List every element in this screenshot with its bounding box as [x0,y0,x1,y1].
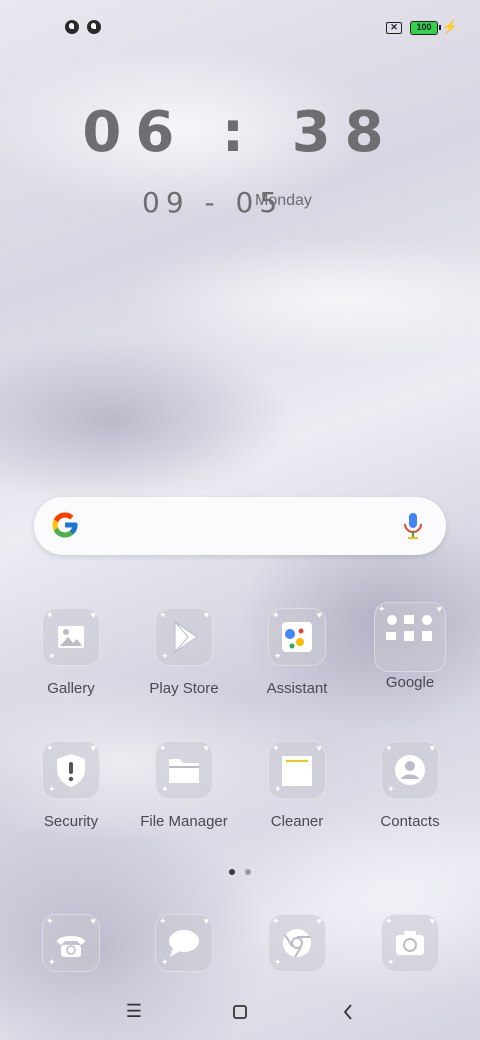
dock-chrome[interactable]: ♥ ✦ ✦ [242,914,352,984]
app-label: Play Store [149,680,219,697]
app-label: Google [385,674,435,691]
home-button[interactable] [225,1000,255,1024]
gallery-icon: ♥ ✦ ✦ [42,608,100,666]
camera-icon: ♥ ✦ ✦ [381,914,439,972]
notification-app-icon [65,20,79,34]
app-cleaner[interactable]: ♥ ✦ ✦ Cleaner [242,741,352,851]
messages-icon: ♥ ✦ ✦ [155,914,213,972]
app-label: File Manager [140,813,228,830]
clock-day: Monday [255,192,312,209]
status-bar: ✕ 100 ⚡ [0,0,480,56]
app-assistant[interactable]: ♥ ✦ ✦ Assistant [242,608,352,718]
app-label: Contacts [380,813,440,830]
back-button[interactable] [333,1000,363,1024]
security-icon: ♥ ✦ ✦ [42,741,100,799]
cleaner-icon: ♥ ✦ ✦ [268,741,326,799]
app-label: Assistant [266,680,328,697]
app-file-manager[interactable]: ♥ ✦ ✦ File Manager [129,741,239,851]
dock-messages[interactable]: ♥ ✦ ✦ [129,914,239,984]
clock-time[interactable]: 06 : 38 [0,100,480,165]
recents-menu-button[interactable]: ☰ [119,1000,149,1024]
phone-icon: ♥ ✦ ✦ [42,914,100,972]
google-folder-icon: ♥ ✦ [374,602,446,672]
app-label: Gallery [47,680,95,697]
page-indicator-dot-active[interactable] [229,869,235,875]
dock-camera[interactable]: ♥ ✦ ✦ [355,914,465,984]
page-indicator-dot[interactable] [245,869,251,875]
google-search-bar[interactable] [34,497,446,555]
chrome-icon: ♥ ✦ ✦ [268,914,326,972]
charging-icon: ⚡ [442,19,459,34]
app-google-folder[interactable]: ♥ ✦ Google [355,602,465,712]
app-play-store[interactable]: ♥ ✦ ✦ Play Store [129,608,239,718]
google-g-icon [52,512,78,538]
contacts-icon: ♥ ✦ ✦ [381,741,439,799]
app-label: Cleaner [270,813,324,830]
mic-icon[interactable] [400,511,426,541]
play-store-icon: ♥ ✦ ✦ [155,608,213,666]
app-label: Security [43,813,99,830]
sim-icon: ✕ [386,22,402,34]
folder-icon: ♥ ✦ ✦ [155,741,213,799]
app-security[interactable]: ♥ ✦ ✦ Security [16,741,126,851]
battery-icon: 100 [410,21,441,35]
app-contacts[interactable]: ♥ ✦ ✦ Contacts [355,741,465,851]
dock-phone[interactable]: ♥ ✦ ✦ [16,914,126,984]
app-gallery[interactable]: ♥ ✦ ✦ Gallery [16,608,126,718]
assistant-icon: ♥ ✦ ✦ [268,608,326,666]
navigation-bar: ☰ [0,990,480,1040]
notification-app-icon [87,20,101,34]
